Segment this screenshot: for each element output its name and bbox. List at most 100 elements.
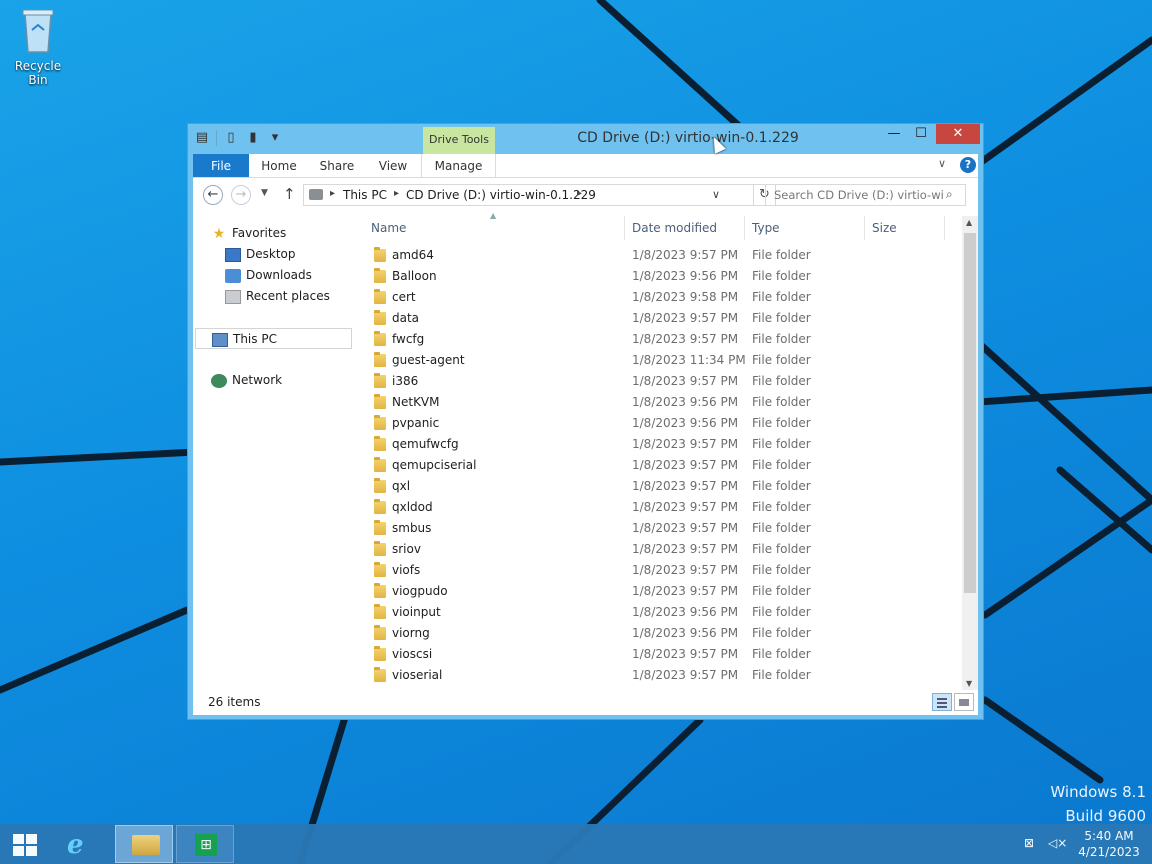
forward-button[interactable]: → — [231, 185, 251, 205]
table-row[interactable]: Balloon 1/8/2023 9:56 PM File folder — [353, 266, 953, 287]
table-row[interactable]: viofs 1/8/2023 9:57 PM File folder — [353, 560, 953, 581]
file-date-modified: 1/8/2023 9:57 PM — [632, 542, 739, 556]
table-row[interactable]: data 1/8/2023 9:57 PM File folder — [353, 308, 953, 329]
clock[interactable]: 5:40 AM 4/21/2023 — [1070, 828, 1148, 860]
recent-locations-icon[interactable]: ▼ — [261, 188, 268, 198]
expand-ribbon-icon[interactable]: ∨ — [938, 157, 946, 170]
scroll-down-icon[interactable]: ▼ — [966, 679, 972, 688]
breadcrumb-separator-icon[interactable]: ▸ — [394, 188, 399, 199]
file-date-modified: 1/8/2023 9:57 PM — [632, 647, 739, 661]
close-button[interactable]: ✕ — [936, 124, 980, 144]
table-row[interactable]: viorng 1/8/2023 9:56 PM File folder — [353, 623, 953, 644]
table-row[interactable]: qxldod 1/8/2023 9:57 PM File folder — [353, 497, 953, 518]
file-type: File folder — [752, 500, 811, 514]
maximize-button[interactable]: ☐ — [908, 124, 934, 144]
desktop-icon-recycle-bin[interactable]: Recycle Bin — [4, 6, 72, 87]
details-view-button[interactable] — [932, 693, 952, 711]
folder-icon — [374, 667, 386, 682]
table-row[interactable]: smbus 1/8/2023 9:57 PM File folder — [353, 518, 953, 539]
tab-share[interactable]: Share — [309, 154, 365, 177]
vertical-scrollbar[interactable]: ▲ ▼ — [962, 216, 978, 690]
column-divider[interactable] — [944, 216, 945, 240]
store-icon: ⊞ — [195, 834, 217, 856]
volume-muted-icon[interactable]: ◁× — [1048, 836, 1067, 850]
network-icon — [211, 373, 227, 388]
table-row[interactable]: viogpudo 1/8/2023 9:57 PM File folder — [353, 581, 953, 602]
scroll-up-icon[interactable]: ▲ — [966, 218, 972, 227]
folder-icon — [374, 331, 386, 346]
table-row[interactable]: qemupciserial 1/8/2023 9:57 PM File folder — [353, 455, 953, 476]
table-row[interactable]: qemufwcfg 1/8/2023 9:57 PM File folder — [353, 434, 953, 455]
large-icons-view-button[interactable] — [954, 693, 974, 711]
table-row[interactable]: i386 1/8/2023 9:57 PM File folder — [353, 371, 953, 392]
drive-tools-context-tab[interactable]: Drive Tools — [423, 127, 495, 154]
title-bar[interactable]: ▤ ▯ ▮ ▾ Drive Tools CD Drive (D:) virtio… — [188, 124, 983, 154]
properties-icon[interactable]: ▤ — [194, 130, 210, 146]
breadcrumb-cd-drive[interactable]: CD Drive (D:) virtio-win-0.1.229 — [406, 188, 596, 202]
file-date-modified: 1/8/2023 9:56 PM — [632, 626, 739, 640]
file-type: File folder — [752, 437, 811, 451]
search-box[interactable]: Search CD Drive (D:) virtio-wi... ⌕ — [765, 184, 966, 206]
address-dropdown-icon[interactable]: ∨ — [712, 188, 720, 201]
breadcrumb-separator-icon[interactable]: ▸ — [330, 188, 335, 199]
details-view-icon — [937, 698, 947, 700]
tab-home[interactable]: Home — [249, 154, 309, 177]
table-row[interactable]: pvpanic 1/8/2023 9:56 PM File folder — [353, 413, 953, 434]
table-row[interactable]: qxl 1/8/2023 9:57 PM File folder — [353, 476, 953, 497]
table-row[interactable]: guest-agent 1/8/2023 11:34 PM File folder — [353, 350, 953, 371]
column-header-name[interactable]: Name — [371, 216, 406, 240]
file-date-modified: 1/8/2023 9:56 PM — [632, 269, 739, 283]
back-button[interactable]: ← — [203, 185, 223, 205]
column-divider[interactable] — [864, 216, 865, 240]
folder-icon — [374, 373, 386, 388]
file-type: File folder — [752, 395, 811, 409]
column-divider[interactable] — [624, 216, 625, 240]
table-row[interactable]: vioinput 1/8/2023 9:56 PM File folder — [353, 602, 953, 623]
table-row[interactable]: cert 1/8/2023 9:58 PM File folder — [353, 287, 953, 308]
customize-qat-icon[interactable]: ▾ — [267, 130, 283, 146]
column-header-size[interactable]: Size — [872, 216, 897, 240]
tab-view[interactable]: View — [365, 154, 421, 177]
explorer-window[interactable]: ▤ ▯ ▮ ▾ Drive Tools CD Drive (D:) virtio… — [187, 123, 984, 720]
address-bar[interactable]: ▸ This PC ▸ CD Drive (D:) virtio-win-0.1… — [303, 184, 754, 206]
nav-downloads[interactable]: Downloads — [225, 265, 312, 286]
new-folder-icon[interactable]: ▮ — [245, 130, 261, 146]
column-header-type[interactable]: Type — [752, 216, 780, 240]
taskbar-file-explorer[interactable] — [115, 825, 173, 863]
downloads-icon — [225, 268, 241, 283]
column-divider[interactable] — [744, 216, 745, 240]
breadcrumb-this-pc[interactable]: This PC — [343, 188, 387, 202]
table-row[interactable]: fwcfg 1/8/2023 9:57 PM File folder — [353, 329, 953, 350]
search-icon[interactable]: ⌕ — [946, 187, 953, 202]
nav-favorites[interactable]: ★ Favorites — [211, 223, 287, 244]
taskbar-internet-explorer[interactable]: e — [52, 825, 110, 863]
up-button[interactable]: ↑ — [283, 185, 296, 203]
tab-file[interactable]: File — [193, 154, 249, 177]
taskbar-store[interactable]: ⊞ — [176, 825, 234, 863]
tab-manage[interactable]: Manage — [421, 154, 496, 177]
breadcrumb-separator-icon[interactable]: ▸ — [577, 188, 582, 199]
nav-recent-places[interactable]: Recent places — [225, 286, 330, 307]
help-icon[interactable]: ? — [960, 157, 976, 173]
nav-this-pc[interactable]: This PC — [195, 328, 352, 349]
start-button[interactable] — [0, 825, 50, 863]
folder-icon — [374, 583, 386, 598]
file-date-modified: 1/8/2023 9:57 PM — [632, 479, 739, 493]
file-date-modified: 1/8/2023 9:57 PM — [632, 311, 739, 325]
taskbar: e ⊞ ⊠ ◁× 5:40 AM 4/21/2023 — [0, 824, 1152, 864]
file-type: File folder — [752, 374, 811, 388]
table-row[interactable]: vioserial 1/8/2023 9:57 PM File folder — [353, 665, 953, 686]
new-document-icon[interactable]: ▯ — [223, 130, 239, 146]
table-row[interactable]: NetKVM 1/8/2023 9:56 PM File folder — [353, 392, 953, 413]
file-name: viogpudo — [392, 584, 448, 598]
column-header-date-modified[interactable]: Date modified — [632, 216, 717, 240]
scrollbar-thumb[interactable] — [964, 233, 976, 593]
minimize-button[interactable]: — — [881, 124, 907, 144]
table-row[interactable]: amd64 1/8/2023 9:57 PM File folder — [353, 245, 953, 266]
nav-network[interactable]: Network — [211, 370, 282, 391]
file-date-modified: 1/8/2023 11:34 PM — [632, 353, 746, 367]
nav-desktop[interactable]: Desktop — [225, 244, 296, 265]
table-row[interactable]: sriov 1/8/2023 9:57 PM File folder — [353, 539, 953, 560]
table-row[interactable]: vioscsi 1/8/2023 9:57 PM File folder — [353, 644, 953, 665]
network-disconnected-icon[interactable]: ⊠ — [1024, 836, 1040, 850]
